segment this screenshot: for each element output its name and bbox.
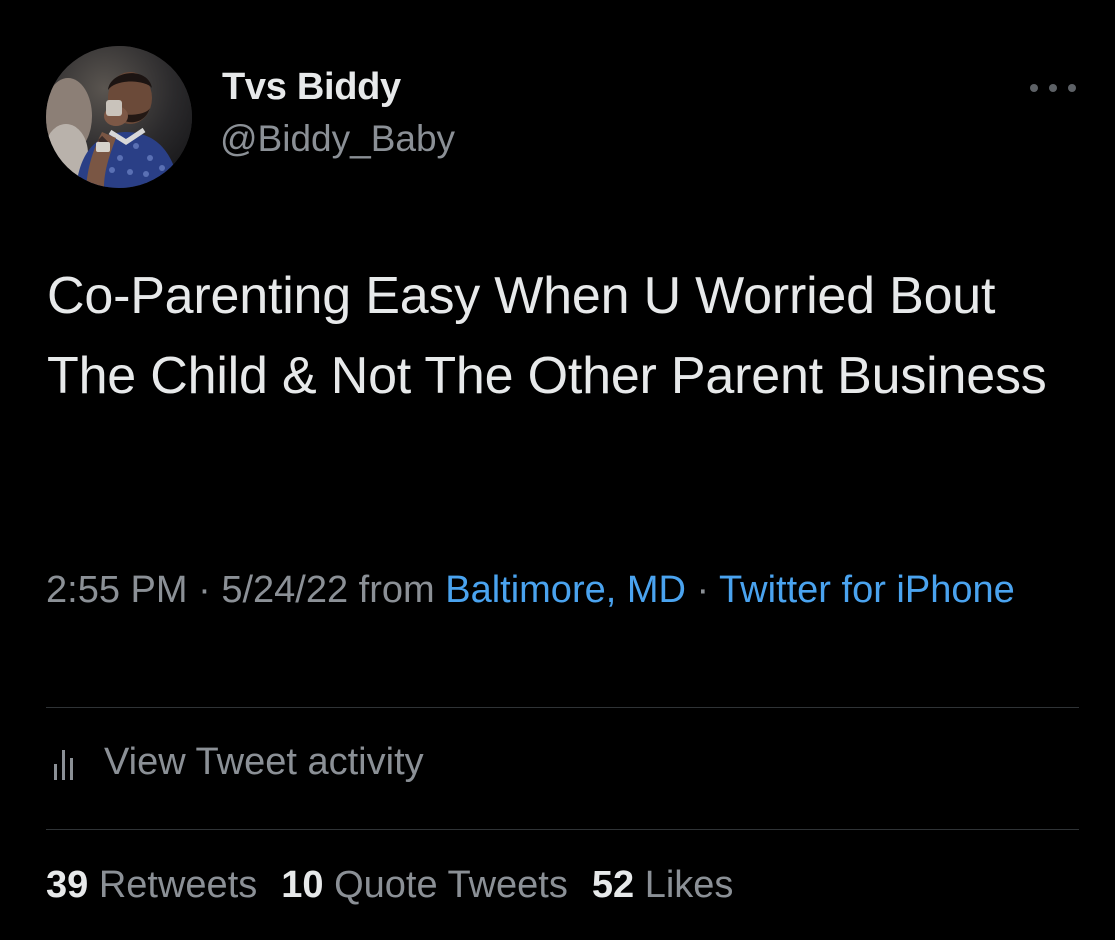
likes-count: 52 (591, 864, 635, 906)
profile-photo (46, 46, 192, 188)
meta-separator: · (187, 569, 222, 611)
divider (46, 829, 1079, 830)
quotes-label: Quote Tweets (334, 864, 568, 906)
tweet-date[interactable]: 5/24/22 (221, 569, 348, 611)
tweet-detail: Tvs Biddy @Biddy_Baby Co-Parenting Easy … (0, 0, 1115, 940)
likes-stat[interactable]: 52 Likes (592, 864, 734, 906)
dot (1049, 84, 1057, 92)
from-word: from (348, 569, 446, 611)
dot (1030, 84, 1038, 92)
retweets-count: 39 (46, 864, 89, 906)
retweets-label: Retweets (98, 864, 258, 906)
activity-label: View Tweet activity (104, 741, 424, 783)
location-link[interactable]: Baltimore, MD (445, 569, 686, 611)
more-options-icon[interactable] (1030, 78, 1076, 98)
user-handle[interactable]: @Biddy_Baby (220, 118, 455, 160)
tweet-time[interactable]: 2:55 PM (46, 569, 188, 611)
divider (46, 707, 1079, 708)
tweet-text: Co-Parenting Easy When U Worried Bout Th… (47, 267, 1047, 405)
bar-chart-icon (54, 749, 73, 780)
retweets-stat[interactable]: 39 Retweets (46, 864, 257, 906)
tweet-stats: 39 Retweets 10 Quote Tweets 52 Likes (46, 864, 757, 907)
meta-separator: · (685, 569, 720, 611)
quote-tweets-stat[interactable]: 10 Quote Tweets (281, 864, 568, 906)
tweet-meta: 2:55 PM · 5/24/22 from Baltimore, MD · T… (46, 560, 1066, 620)
client-link[interactable]: Twitter for iPhone (719, 569, 1015, 611)
view-tweet-activity-button[interactable]: View Tweet activity (52, 741, 424, 784)
dot (1068, 84, 1076, 92)
quotes-count: 10 (281, 864, 324, 906)
avatar[interactable] (46, 46, 192, 188)
display-name[interactable]: Tvs Biddy (222, 66, 401, 109)
likes-label: Likes (644, 864, 734, 906)
